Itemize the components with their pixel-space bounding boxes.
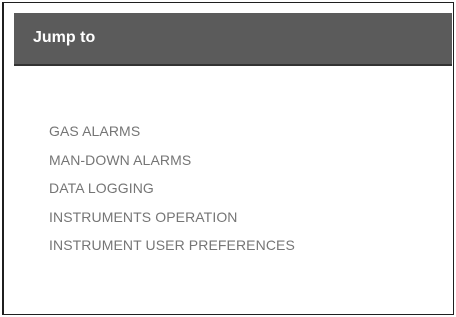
jump-list-item: DATA LOGGING [49,174,295,203]
gas-alarms-link[interactable]: GAS ALARMS [49,123,140,139]
jump-to-panel: Jump to GAS ALARMS MAN-DOWN ALARMS DATA … [2,2,454,315]
jump-list-item: INSTRUMENTS OPERATION [49,203,295,232]
instruments-operation-link[interactable]: INSTRUMENTS OPERATION [49,209,238,225]
man-down-alarms-link[interactable]: MAN-DOWN ALARMS [49,152,191,168]
jump-list-item: MAN-DOWN ALARMS [49,146,295,175]
jump-to-header: Jump to [14,13,452,66]
jump-list-item: INSTRUMENT USER PREFERENCES [49,231,295,260]
jump-list-item: GAS ALARMS [49,117,295,146]
jump-link-list: GAS ALARMS MAN-DOWN ALARMS DATA LOGGING … [49,117,295,260]
data-logging-link[interactable]: DATA LOGGING [49,180,154,196]
jump-to-title: Jump to [33,29,96,46]
instrument-user-preferences-link[interactable]: INSTRUMENT USER PREFERENCES [49,237,295,253]
